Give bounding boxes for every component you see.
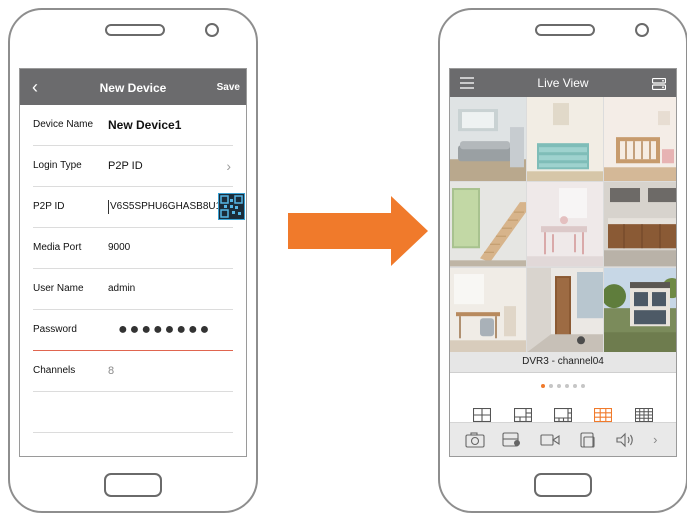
channels-row[interactable]: Channels 8 — [33, 351, 233, 392]
page-dot[interactable] — [557, 383, 561, 388]
speaker — [105, 24, 165, 36]
page-dot-active[interactable] — [541, 383, 545, 388]
new-device-screen: ‹ New Device Save Device Name New Device… — [19, 68, 247, 457]
camera-tile[interactable] — [604, 182, 676, 267]
camera-tile[interactable] — [604, 267, 676, 352]
camera-tile-selected[interactable] — [527, 267, 603, 352]
media-port-field[interactable]: 9000 — [108, 228, 130, 268]
page-dot[interactable] — [549, 383, 553, 388]
camera-tile[interactable] — [527, 182, 603, 267]
home-button[interactable] — [104, 473, 162, 497]
camera-tile[interactable] — [527, 97, 603, 182]
live-view-screen: Live View DVR3 - channel04 › — [449, 68, 677, 457]
p2p-id-row[interactable]: P2P ID V6S5SPHU6GHASB8U1 — [33, 187, 245, 228]
phone-right: Live View DVR3 - channel04 › — [438, 8, 687, 513]
p2p-id-field[interactable]: V6S5SPHU6GHASB8U1 — [108, 200, 221, 214]
page-title: Live View — [537, 76, 589, 90]
qr-scan-icon[interactable] — [218, 193, 245, 220]
speaker — [535, 24, 595, 36]
p2p-id-label: P2P ID — [33, 201, 65, 212]
camera-tile[interactable] — [604, 97, 676, 182]
page-dot[interactable] — [581, 383, 585, 388]
bottom-toolbar: › — [450, 422, 676, 456]
camera-tile[interactable] — [450, 267, 526, 352]
save-button[interactable]: Save — [217, 69, 240, 107]
login-type-label: Login Type — [33, 160, 82, 171]
audio-icon[interactable] — [615, 432, 635, 448]
layout-8-icon[interactable] — [553, 408, 572, 422]
snapshot-icon[interactable] — [465, 431, 485, 448]
page-dot[interactable] — [565, 383, 569, 388]
playback-icon[interactable] — [578, 431, 598, 448]
camera-tile[interactable] — [450, 97, 526, 182]
device-list-icon[interactable] — [651, 77, 667, 95]
device-name-row[interactable]: Device Name New Device1 — [33, 105, 233, 146]
arrow-right-icon — [288, 196, 428, 266]
password-field[interactable]: ●●●●●●●● — [118, 310, 211, 350]
media-port-label: Media Port — [33, 242, 82, 253]
layout-4-icon[interactable] — [473, 408, 492, 422]
camera-grid — [450, 97, 676, 352]
device-name-label: Device Name — [33, 119, 94, 130]
login-type-row[interactable]: Login Type P2P ID › — [33, 146, 233, 187]
video-clip-icon[interactable] — [540, 432, 560, 448]
page-dot[interactable] — [573, 383, 577, 388]
layout-6-icon[interactable] — [513, 408, 532, 422]
record-icon[interactable] — [502, 431, 522, 448]
page-title: New Device — [99, 81, 167, 95]
topbar: ‹ New Device Save — [20, 69, 246, 105]
chevron-right-icon[interactable]: › — [226, 146, 231, 186]
device-form: Device Name New Device1 Login Type P2P I… — [20, 105, 246, 433]
layout-9-icon[interactable] — [594, 408, 613, 422]
more-icon[interactable]: › — [653, 432, 661, 447]
channels-field[interactable]: 8 — [108, 351, 114, 391]
phone-left: ‹ New Device Save Device Name New Device… — [8, 8, 258, 513]
media-port-row[interactable]: Media Port 9000 — [33, 228, 233, 269]
channel-label: DVR3 - channel04 — [450, 352, 676, 373]
user-name-field[interactable]: admin — [108, 269, 135, 309]
user-name-row[interactable]: User Name admin — [33, 269, 233, 310]
device-name-field[interactable]: New Device1 — [108, 105, 181, 145]
user-name-label: User Name — [33, 283, 84, 294]
page-indicator — [450, 382, 676, 390]
front-camera — [205, 23, 219, 37]
password-label: Password — [33, 324, 77, 335]
camera-tile[interactable] — [450, 182, 526, 267]
layout-16-icon[interactable] — [634, 408, 653, 422]
password-row[interactable]: Password ●●●●●●●● — [33, 310, 233, 351]
channels-label: Channels — [33, 365, 76, 376]
front-camera — [635, 23, 649, 37]
empty-row — [33, 392, 233, 433]
home-button[interactable] — [534, 473, 592, 497]
topbar: Live View — [450, 69, 676, 97]
login-type-value[interactable]: P2P ID — [108, 146, 143, 186]
